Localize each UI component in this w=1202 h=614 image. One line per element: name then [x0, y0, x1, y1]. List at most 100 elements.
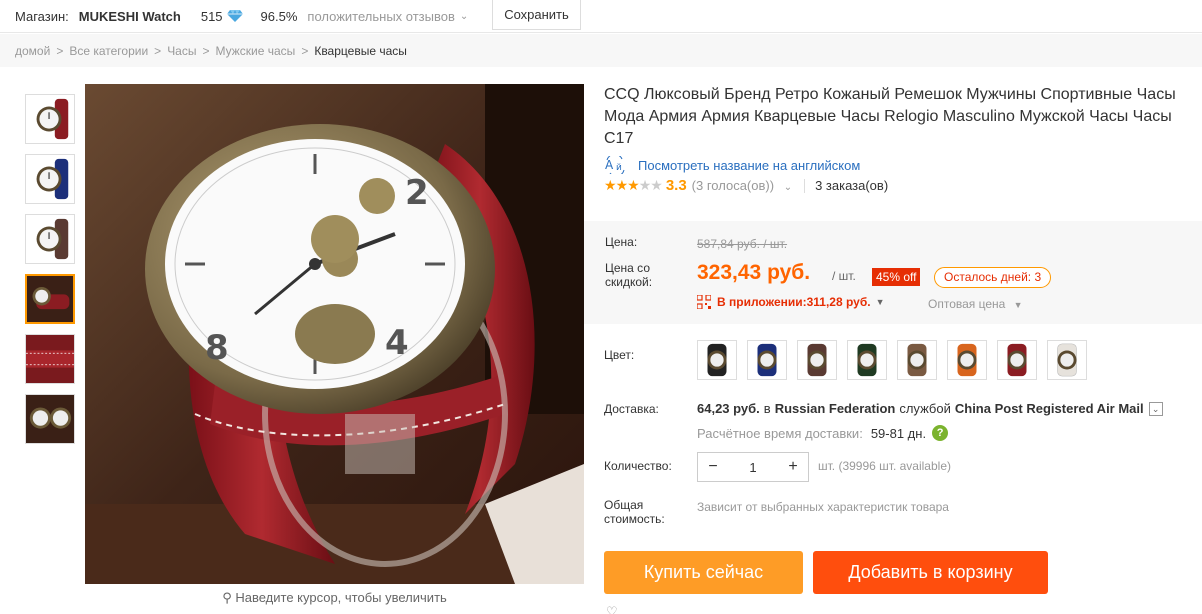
- product-info: CCQ Люксовый Бренд Ретро Кожаный Ремешок…: [604, 84, 1202, 194]
- breadcrumb-mens-watches[interactable]: Мужские часы: [216, 44, 296, 58]
- discount-price-label: Цена со скидкой:: [605, 261, 653, 289]
- price-box: Цена: 587,84 руб. / шт. Цена со скидкой:…: [584, 221, 1202, 324]
- total-value: Зависит от выбранных характеристик товар…: [697, 500, 949, 514]
- save-store-button[interactable]: Сохранить: [492, 0, 581, 30]
- old-price: 587,84 руб. / шт.: [697, 237, 788, 251]
- star-empty-icon: ★: [650, 177, 663, 193]
- delivery-estimate: Расчётное время доставки: 59-81 дн. ?: [697, 425, 949, 441]
- store-score-value: 515: [200, 8, 223, 24]
- color-swatch-red[interactable]: [997, 340, 1037, 380]
- eta-days: 59-81 дн.: [870, 425, 927, 441]
- total-label: Общая стоимость:: [604, 498, 665, 526]
- app-price-text: В приложении:311,28 руб.: [717, 295, 871, 309]
- wholesale-price-dropdown[interactable]: Оптовая цена ▼: [928, 297, 1023, 311]
- breadcrumb-watches[interactable]: Часы: [167, 44, 196, 58]
- quantity-input[interactable]: 1: [728, 460, 778, 475]
- breadcrumb-all-categories[interactable]: Все категории: [69, 44, 148, 58]
- star-icon: ★: [627, 177, 640, 193]
- zoom-hint: ⚲ Наведите курсор, чтобы увеличить: [85, 590, 584, 606]
- shipping-info[interactable]: 64,23 руб. в Russian Federation службой …: [697, 401, 1163, 416]
- translate-title-link[interactable]: A й Посмотреть название на английском: [604, 156, 1202, 174]
- shipping-via-text: службой: [899, 401, 951, 416]
- quantity-plus-button[interactable]: +: [778, 453, 808, 481]
- watch-photo: 2 4 8: [85, 84, 584, 584]
- wholesale-price-text: Оптовая цена: [928, 297, 1006, 311]
- diamond-icon: [226, 10, 243, 22]
- store-bar: Магазин: MUKESHI Watch 515 96.5% положит…: [0, 0, 1202, 33]
- positive-feedback-pct: 96.5%: [260, 8, 298, 24]
- svg-text:4: 4: [385, 323, 409, 363]
- add-to-cart-button[interactable]: Добавить в корзину: [813, 551, 1048, 594]
- quantity-available: шт. (39996 шт. available): [818, 459, 951, 473]
- chevron-down-icon: ⌄: [783, 182, 793, 193]
- star-icon: ★: [615, 177, 629, 193]
- color-swatch-brown[interactable]: [797, 340, 837, 380]
- color-swatch-tan[interactable]: [897, 340, 937, 380]
- star-empty-icon: ★: [638, 177, 652, 193]
- quantity-label: Количество:: [604, 459, 672, 473]
- chevron-down-icon[interactable]: ⌄: [1148, 401, 1163, 416]
- qr-code-icon: [697, 295, 711, 309]
- help-icon[interactable]: ?: [932, 425, 949, 441]
- store-score[interactable]: 515: [201, 9, 243, 24]
- thumbnail-2[interactable]: [25, 154, 75, 204]
- heart-icon[interactable]: ♡: [606, 604, 618, 614]
- thumbnail-1[interactable]: [25, 94, 75, 144]
- divider: [804, 178, 806, 193]
- shipping-to-text: в: [763, 401, 771, 416]
- color-swatch-green[interactable]: [847, 340, 887, 380]
- translate-title-text: Посмотреть название на английском: [638, 157, 861, 173]
- zoom-hint-text: Наведите курсор, чтобы увеличить: [235, 590, 447, 605]
- rating-stars: ★ ★ ★ ★ ★: [604, 177, 663, 194]
- store-name-link[interactable]: MUKESHI Watch: [79, 9, 181, 24]
- caret-down-icon: ▼: [875, 297, 885, 307]
- color-label: Цвет:: [604, 348, 635, 362]
- breadcrumb-separator: >: [202, 43, 210, 58]
- product-title: CCQ Люксовый Бренд Ретро Кожаный Ремешок…: [604, 86, 1176, 147]
- votes-dropdown[interactable]: (3 голоса(ов)) ⌄: [692, 178, 792, 193]
- color-swatch-blue[interactable]: [747, 340, 787, 380]
- thumbnail-list: [15, 84, 85, 614]
- thumbnail-4-active[interactable]: [25, 274, 75, 324]
- app-price-dropdown[interactable]: В приложении:311,28 руб. ▼: [697, 295, 885, 309]
- breadcrumb-separator: >: [301, 43, 309, 58]
- days-left-badge: Осталось дней: 3: [934, 267, 1052, 288]
- shipping-country: Russian Federation: [774, 401, 896, 416]
- price-label: Цена:: [605, 235, 638, 249]
- orders-count: 3 заказа(ов): [815, 178, 889, 193]
- svg-text:8: 8: [205, 328, 229, 368]
- color-swatch-black[interactable]: [697, 340, 737, 380]
- discount-price: 323,43 руб.: [697, 261, 811, 284]
- rating-row: ★ ★ ★ ★ ★ 3.3 (3 голоса(ов)) ⌄ 3 заказа(…: [604, 177, 1202, 194]
- color-swatch-white[interactable]: [1047, 340, 1087, 380]
- svg-text:A: A: [605, 158, 614, 172]
- feedback-label: положительных отзывов: [307, 8, 455, 24]
- rating-value: 3.3: [665, 177, 687, 194]
- thumbnail-3[interactable]: [25, 214, 75, 264]
- breadcrumb-separator: >: [154, 43, 162, 58]
- thumbnail-5[interactable]: [25, 334, 75, 384]
- shipping-label: Доставка:: [604, 402, 659, 416]
- buy-now-button[interactable]: Купить сейчас: [604, 551, 803, 594]
- breadcrumb-separator: >: [56, 43, 64, 58]
- eta-label: Расчётное время доставки:: [697, 425, 863, 441]
- color-swatch-orange[interactable]: [947, 340, 987, 380]
- breadcrumb-current: Кварцевые часы: [314, 43, 407, 58]
- thumbnail-6[interactable]: [25, 394, 75, 444]
- star-icon: ★: [604, 177, 617, 193]
- quantity-stepper: − 1 +: [697, 452, 809, 482]
- store-label: Магазин:: [15, 8, 69, 24]
- price-unit: / шт.: [832, 269, 856, 283]
- shipping-carrier: China Post Registered Air Mail: [954, 401, 1144, 416]
- translate-icon: A й: [605, 156, 625, 174]
- breadcrumb-home[interactable]: домой: [15, 44, 50, 58]
- votes-count: (3 голоса(ов)): [691, 178, 775, 193]
- color-options: [697, 340, 1097, 380]
- discount-badge: 45% off: [872, 268, 921, 286]
- quantity-minus-button[interactable]: −: [698, 453, 728, 481]
- feedback-dropdown[interactable]: положительных отзывов ⌄: [307, 9, 468, 24]
- magnifier-icon: ⚲: [222, 590, 232, 605]
- chevron-down-icon: ⌄: [459, 10, 469, 22]
- main-product-image[interactable]: 2 4 8: [85, 84, 584, 584]
- caret-down-icon: ▼: [1013, 300, 1023, 310]
